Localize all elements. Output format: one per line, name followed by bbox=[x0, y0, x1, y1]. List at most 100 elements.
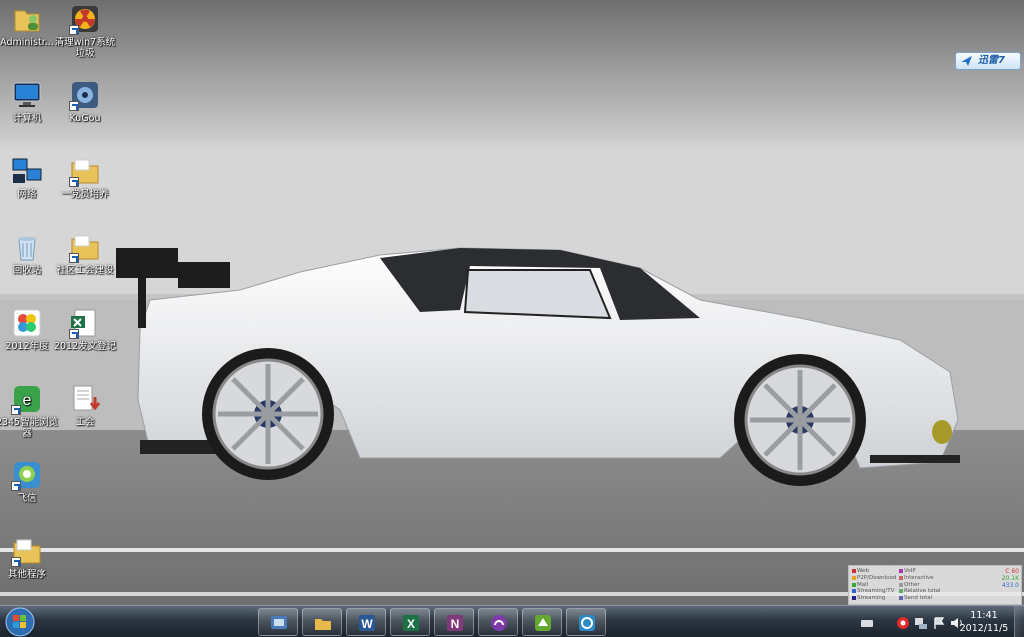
onenote-icon: N bbox=[447, 615, 463, 631]
desktop-icon[interactable]: 社区工会建设 bbox=[53, 231, 117, 276]
desktop-icon-label: 2012发文登记 bbox=[53, 341, 117, 352]
start-button[interactable] bbox=[2, 607, 38, 637]
desktop-icon[interactable]: 一党员培养 bbox=[53, 155, 117, 200]
taskbar-button[interactable] bbox=[258, 608, 298, 636]
desktop-icon[interactable]: 2012发文登记 bbox=[53, 307, 117, 352]
flag-icon[interactable] bbox=[932, 615, 946, 629]
svg-text:e: e bbox=[23, 392, 32, 409]
shortcut-arrow-icon bbox=[69, 25, 79, 35]
legend-item: Streaming bbox=[852, 595, 897, 602]
desktop-icon[interactable]: 计算机 bbox=[0, 79, 59, 124]
excel-icon: X bbox=[403, 615, 419, 631]
excel-file-icon bbox=[69, 307, 101, 339]
desktop-icon[interactable]: 飞信 bbox=[0, 459, 59, 504]
legend-item: Other bbox=[899, 582, 944, 589]
taskbar-button[interactable] bbox=[478, 608, 518, 636]
svg-text:X: X bbox=[407, 617, 415, 631]
network-icon bbox=[11, 155, 43, 187]
desktop-icon[interactable]: Administr... bbox=[0, 3, 59, 48]
fetion-icon bbox=[11, 459, 43, 491]
desktop-icon[interactable]: 2012年度 bbox=[0, 307, 59, 352]
desktop-icon-label: 网络 bbox=[17, 189, 37, 200]
shortcut-arrow-icon bbox=[69, 329, 79, 339]
desktop-icon[interactable]: KuGou bbox=[53, 79, 117, 124]
desktop-icon[interactable]: e 2345智能浏览器 bbox=[0, 383, 59, 439]
xunlei-floating-badge[interactable]: 迅雷7 bbox=[955, 52, 1021, 70]
shortcut-arrow-icon bbox=[11, 481, 21, 491]
network-tray-icon[interactable] bbox=[914, 615, 928, 629]
legend-item: Send total bbox=[899, 595, 944, 602]
network-monitor-widget: Web P2P/Download Mail Streaming/TV Strea… bbox=[848, 565, 1022, 605]
desktop-icon[interactable]: 工会 bbox=[53, 383, 117, 428]
svg-text:W: W bbox=[361, 617, 373, 631]
stat-value: C 60 bbox=[1005, 568, 1019, 575]
desktop-icon-label: 2012年度 bbox=[5, 341, 49, 352]
desktop-icon-label: 一党员培养 bbox=[61, 189, 109, 200]
desktop-icon[interactable]: 清理win7系统垃圾 bbox=[53, 3, 117, 59]
clock-time: 11:41 bbox=[970, 610, 998, 621]
stat-value: 433.0 bbox=[1001, 582, 1019, 589]
sports-car-wallpaper bbox=[0, 0, 1024, 605]
legend-item: VoIP bbox=[899, 568, 944, 575]
computer-icon bbox=[11, 79, 43, 111]
svg-text:N: N bbox=[451, 617, 460, 631]
net-monitor-legend-2: VoIP Interactive Other Relative total Se… bbox=[899, 568, 944, 602]
legend-item: Mail bbox=[852, 582, 897, 589]
desktop-icon-label: Administr... bbox=[0, 37, 54, 48]
clock-date: 2012/11/5 bbox=[959, 623, 1009, 634]
show-desktop-button[interactable] bbox=[1014, 606, 1024, 637]
kugou-music-icon bbox=[69, 79, 101, 111]
explorer-shortcut-icon bbox=[271, 616, 287, 629]
file-explorer-icon bbox=[315, 619, 331, 630]
shortcut-arrow-icon bbox=[69, 253, 79, 263]
shortcut-arrow-icon bbox=[11, 405, 21, 415]
legend-item: Relative total bbox=[899, 588, 944, 595]
word-icon: W bbox=[359, 615, 375, 631]
legend-item: Streaming/TV bbox=[852, 588, 897, 595]
desktop-icon-label: 2345智能浏览器 bbox=[0, 417, 59, 439]
desktop-icon[interactable]: 网络 bbox=[0, 155, 59, 200]
desktop-icon-label: KuGou bbox=[69, 113, 101, 124]
folder-icon bbox=[11, 535, 43, 567]
recycle-bin-icon bbox=[11, 231, 43, 263]
fetion-app-icon bbox=[535, 615, 551, 631]
radiation-cleaner-icon bbox=[69, 3, 101, 35]
browser-icon: e bbox=[11, 383, 43, 415]
desktop-icon-label: 计算机 bbox=[12, 113, 42, 124]
legend-item: P2P/Download bbox=[852, 575, 897, 582]
user-folder-icon bbox=[11, 3, 43, 35]
shortcut-arrow-icon bbox=[11, 557, 21, 567]
windows-start-icon bbox=[5, 607, 35, 637]
keyboard-icon[interactable] bbox=[860, 615, 874, 629]
xunlei-bird-icon bbox=[961, 56, 972, 66]
folder-icon bbox=[69, 231, 101, 263]
desktop-icon[interactable]: 回收站 bbox=[0, 231, 59, 276]
legend-item: Interactive bbox=[899, 575, 944, 582]
taskbar-button[interactable] bbox=[566, 608, 606, 636]
desktop-icon-label: 清理win7系统垃圾 bbox=[54, 37, 116, 59]
music-player-icon bbox=[491, 615, 507, 631]
net-monitor-stats: C 60 20.1K 433.0 bbox=[1002, 568, 1019, 589]
net-monitor-legend-1: Web P2P/Download Mail Streaming/TV Strea… bbox=[852, 568, 897, 602]
antivirus-icon[interactable] bbox=[896, 615, 910, 629]
shortcut-arrow-icon bbox=[69, 177, 79, 187]
stat-value: 20.1K bbox=[1001, 575, 1019, 582]
taskbar-button[interactable]: N bbox=[434, 608, 474, 636]
desktop-icon-label: 飞信 bbox=[17, 493, 37, 504]
desktop-icon-label: 其他程序 bbox=[7, 569, 46, 580]
text-file-download-icon bbox=[69, 383, 101, 415]
legend-item: Web bbox=[852, 568, 897, 575]
xunlei-label: 迅雷7 bbox=[978, 55, 1005, 66]
shortcut-arrow-icon bbox=[69, 101, 79, 111]
taskbar-button[interactable]: W bbox=[346, 608, 386, 636]
taskbar-button[interactable]: X bbox=[390, 608, 430, 636]
desktop-icon-label: 社区工会建设 bbox=[56, 265, 114, 276]
desktop-icon[interactable]: 其他程序 bbox=[0, 535, 59, 580]
taskbar: W X N 11:41 2012/11/5 bbox=[0, 605, 1024, 637]
desktop-icon-label: 回收站 bbox=[12, 265, 42, 276]
clock[interactable]: 11:41 2012/11/5 bbox=[954, 609, 1014, 635]
photo-gallery-icon bbox=[11, 307, 43, 339]
desktop-icon-label: 工会 bbox=[75, 417, 95, 428]
taskbar-button[interactable] bbox=[522, 608, 562, 636]
taskbar-button[interactable] bbox=[302, 608, 342, 636]
